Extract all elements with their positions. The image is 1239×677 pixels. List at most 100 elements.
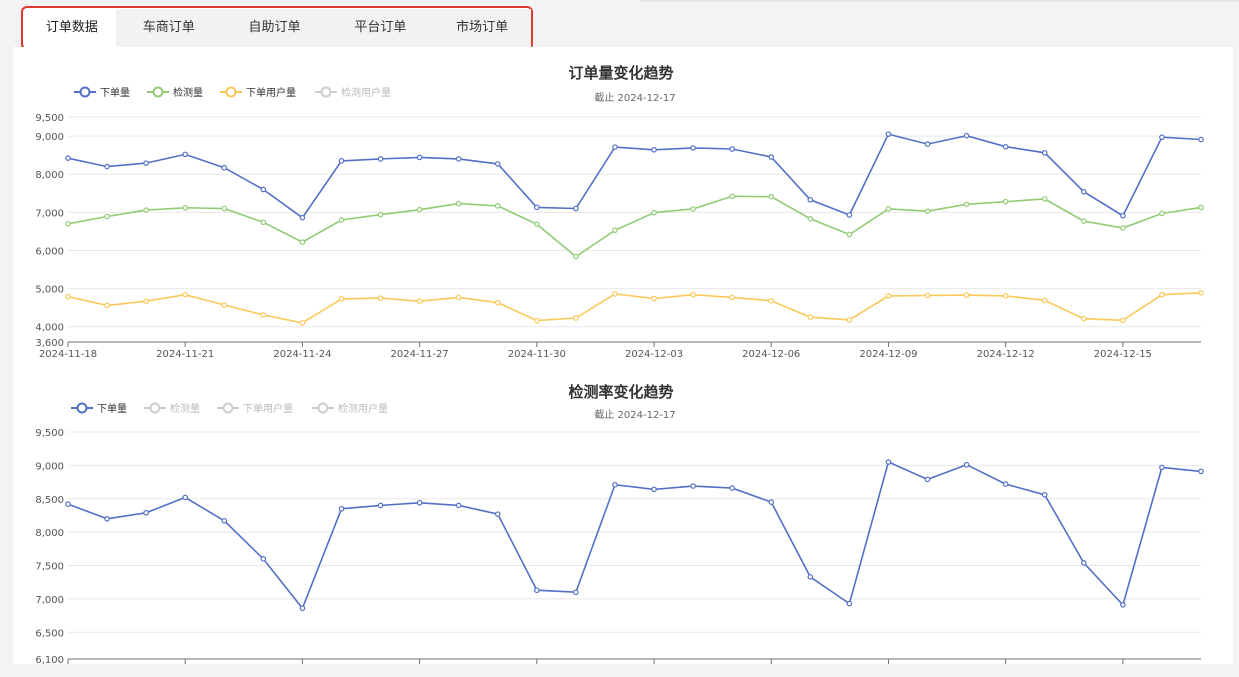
data-point bbox=[1002, 293, 1009, 299]
data-point bbox=[573, 589, 579, 596]
legend-marker bbox=[225, 86, 237, 98]
series-line bbox=[67, 195, 1202, 258]
data-point bbox=[143, 207, 149, 213]
tab-order-data[interactable]: 订单数据 bbox=[28, 9, 116, 47]
data-point bbox=[846, 231, 853, 238]
legend-item[interactable]: 检测量 bbox=[144, 402, 200, 415]
legend-item[interactable]: 下单用户量 bbox=[217, 402, 293, 415]
data-point bbox=[690, 483, 696, 489]
tab-platform-orders[interactable]: 平台订单 bbox=[327, 9, 434, 47]
data-point bbox=[651, 209, 657, 216]
data-point bbox=[768, 193, 775, 200]
data-point bbox=[963, 461, 970, 468]
tab-self-service-orders[interactable]: 自助订单 bbox=[221, 9, 328, 47]
data-point bbox=[104, 515, 110, 522]
data-point bbox=[104, 302, 110, 309]
legend-item[interactable]: 下单量 bbox=[71, 402, 127, 415]
y-tick-label: 8,500 bbox=[35, 495, 64, 506]
data-point bbox=[377, 156, 384, 162]
data-point bbox=[377, 295, 384, 301]
data-point bbox=[221, 302, 228, 308]
x-tick-label: 2024-11-27 bbox=[391, 349, 449, 357]
series-line bbox=[67, 460, 1202, 610]
data-point bbox=[299, 320, 306, 326]
x-tick-label: 2024-12-12 bbox=[977, 349, 1035, 357]
data-point bbox=[416, 298, 423, 304]
legend-item[interactable]: 检测量 bbox=[147, 86, 203, 99]
data-point bbox=[221, 517, 228, 524]
data-point bbox=[924, 208, 931, 214]
data-point bbox=[455, 502, 462, 509]
data-point bbox=[807, 216, 814, 222]
data-point bbox=[807, 196, 814, 203]
tab-dealer-orders[interactable]: 车商订单 bbox=[115, 9, 222, 47]
data-point bbox=[768, 499, 775, 505]
y-tick-label: 6,000 bbox=[35, 246, 64, 257]
tab-bar: 订单数据 车商订单 自助订单 平台订单 市场订单 bbox=[21, 6, 533, 50]
data-point bbox=[1041, 297, 1048, 304]
data-point bbox=[338, 505, 345, 512]
data-point bbox=[65, 501, 71, 507]
data-point bbox=[455, 156, 462, 162]
tab-market-orders[interactable]: 市场订单 bbox=[433, 9, 532, 47]
data-point bbox=[1080, 218, 1087, 224]
data-point bbox=[143, 160, 149, 166]
data-point bbox=[1159, 134, 1165, 141]
data-point bbox=[494, 511, 501, 517]
x-tick-label: 2024-12-15 bbox=[1094, 349, 1152, 357]
legend-marker bbox=[317, 402, 329, 414]
data-point bbox=[612, 227, 618, 234]
data-point bbox=[1002, 198, 1009, 205]
data-point bbox=[534, 204, 540, 211]
y-tick-label: 9,000 bbox=[35, 461, 64, 472]
data-point bbox=[807, 574, 814, 580]
data-point bbox=[885, 293, 892, 299]
data-point bbox=[885, 459, 892, 465]
data-point bbox=[338, 217, 345, 223]
x-tick-label: 2024-11-18 bbox=[39, 349, 97, 357]
legend-marker bbox=[76, 402, 88, 414]
data-point bbox=[729, 193, 735, 200]
series-line bbox=[67, 292, 1202, 324]
y-tick-label: 9,500 bbox=[35, 113, 64, 124]
legend-label: 下单用户量 bbox=[246, 86, 296, 99]
data-point bbox=[104, 163, 110, 170]
chart-panel: 订单量变化趋势 截止 2024-12-17 下单量 检测量 下单用户量 检测用户量 3,60… bbox=[13, 47, 1233, 666]
data-point bbox=[573, 205, 579, 212]
legend-label: 检测量 bbox=[170, 402, 200, 415]
legend-marker bbox=[222, 402, 234, 414]
legend-item[interactable]: 下单量 bbox=[74, 86, 130, 99]
data-point bbox=[494, 203, 501, 209]
data-point bbox=[534, 317, 540, 324]
chart-title: 检测率变化趋势 bbox=[568, 383, 673, 401]
data-point bbox=[612, 291, 618, 297]
data-point bbox=[1159, 210, 1165, 217]
data-point bbox=[768, 154, 775, 160]
data-point bbox=[1120, 225, 1126, 231]
data-point bbox=[534, 587, 540, 594]
data-point bbox=[768, 298, 775, 304]
data-point bbox=[651, 146, 657, 153]
data-point bbox=[1002, 143, 1009, 150]
x-tick-label: 2024-12-06 bbox=[742, 349, 800, 357]
data-point bbox=[963, 132, 970, 139]
legend-item[interactable]: 检测用户量 bbox=[315, 86, 391, 99]
y-tick-label: 9,500 bbox=[35, 428, 64, 439]
data-point bbox=[807, 314, 814, 321]
data-point bbox=[846, 212, 853, 218]
data-point bbox=[573, 253, 579, 260]
legend-item[interactable]: 检测用户量 bbox=[312, 402, 388, 415]
data-point bbox=[885, 131, 892, 137]
y-tick-label: 7,000 bbox=[35, 595, 64, 606]
data-point bbox=[729, 485, 735, 491]
chart-subtitle: 截止 2024-12-17 bbox=[594, 91, 675, 104]
y-tick-label: 9,000 bbox=[35, 132, 64, 143]
data-point bbox=[963, 292, 970, 298]
data-point bbox=[221, 164, 228, 171]
data-point bbox=[455, 294, 462, 301]
legend-marker bbox=[79, 86, 91, 98]
legend-item[interactable]: 下单用户量 bbox=[220, 86, 296, 99]
data-point bbox=[1041, 491, 1048, 498]
data-point bbox=[651, 295, 657, 302]
data-point bbox=[924, 476, 931, 483]
